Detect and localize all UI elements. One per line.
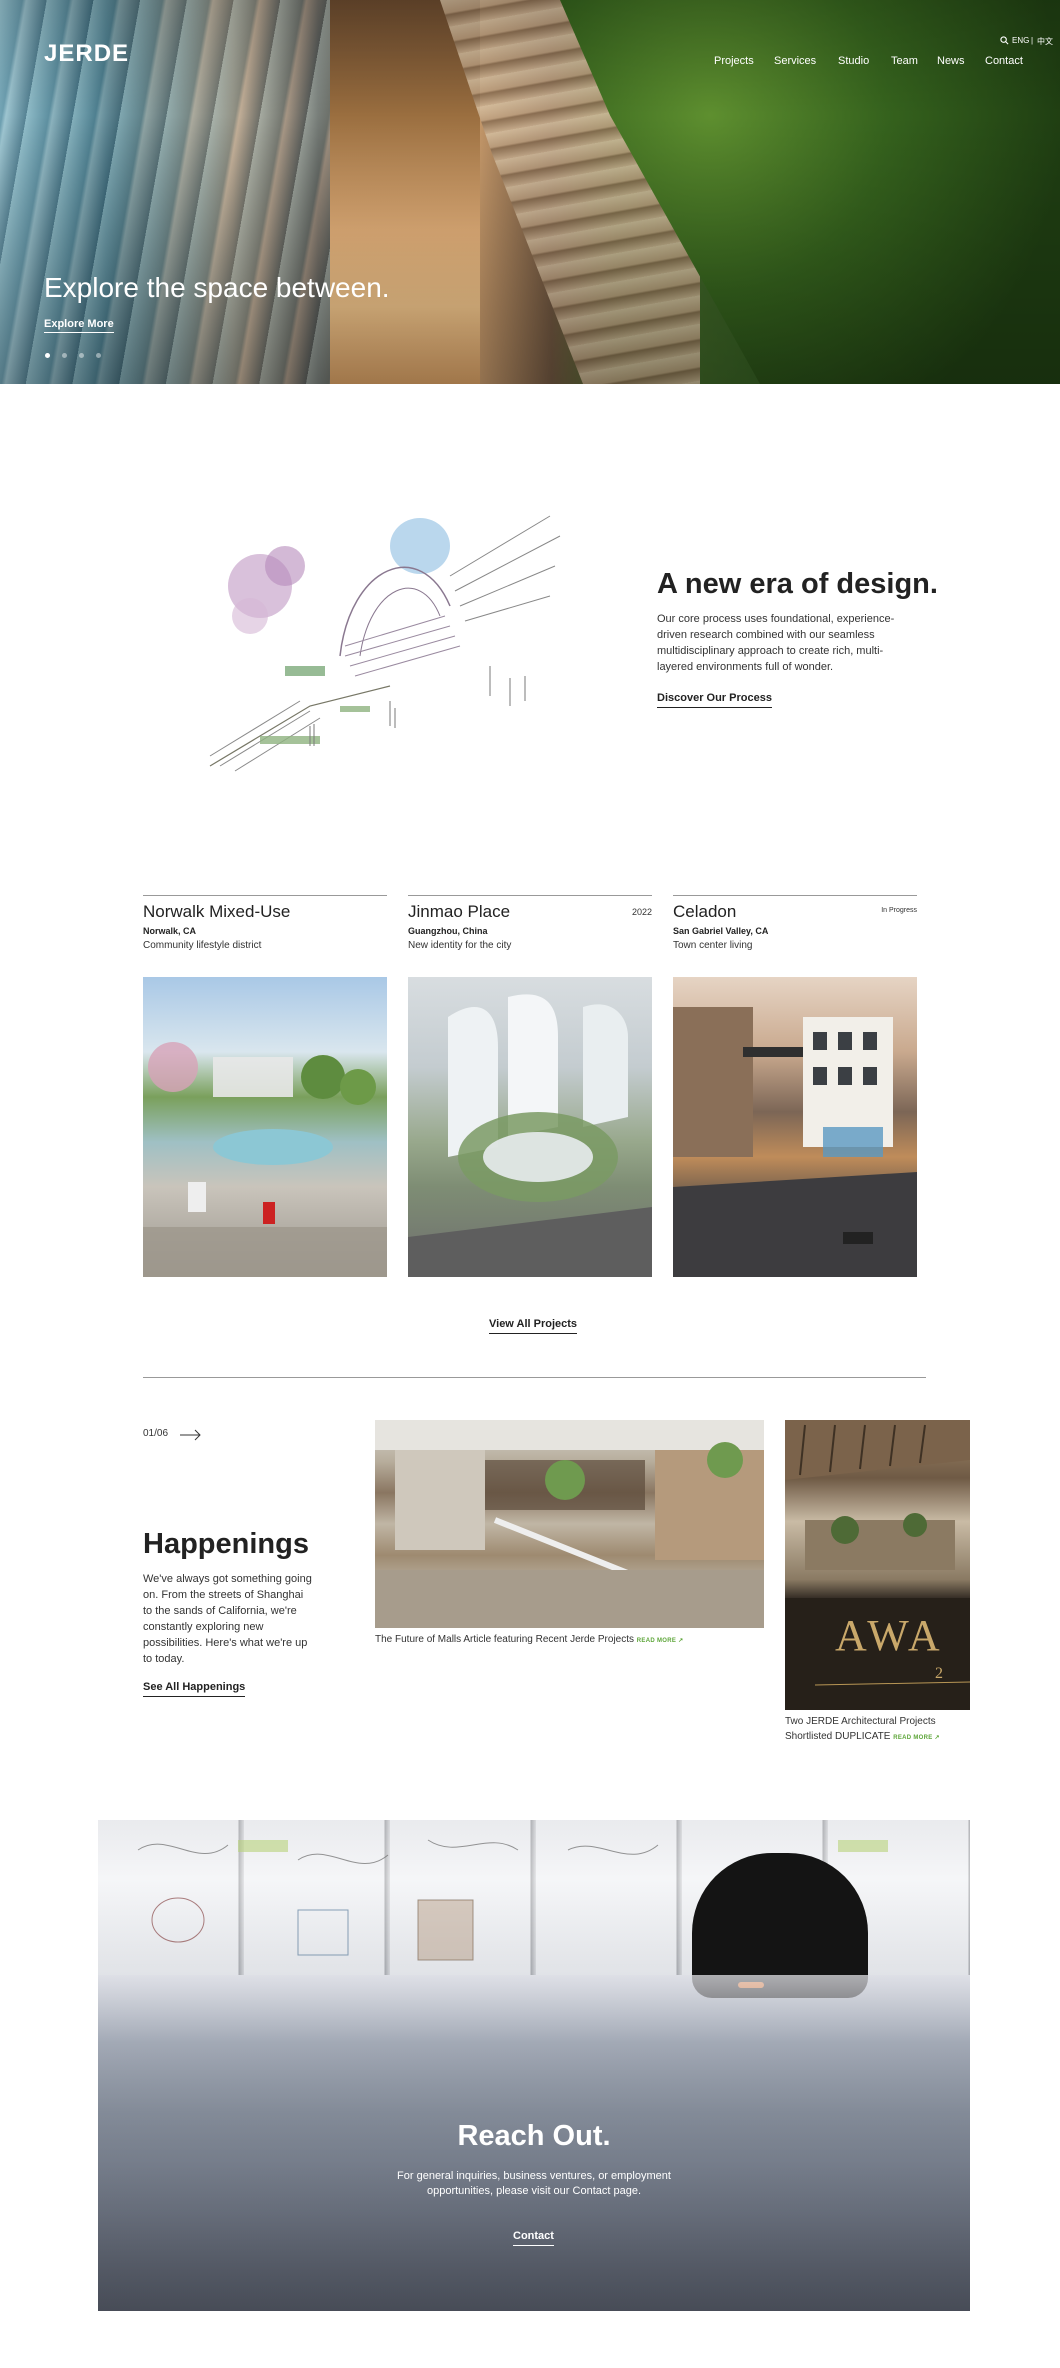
nav-contact[interactable]: Contact: [985, 55, 1023, 67]
project-rule: [143, 895, 387, 896]
discover-process-link[interactable]: Discover Our Process: [657, 692, 772, 708]
contact-banner: Reach Out. For general inquiries, busine…: [98, 1820, 970, 2311]
project-rule: [673, 895, 917, 896]
nav-projects[interactable]: Projects: [714, 55, 754, 67]
read-more-link[interactable]: READ MORE ↗: [637, 1638, 684, 1644]
explore-more-link[interactable]: Explore More: [44, 318, 114, 333]
project-year: 2022: [631, 907, 652, 917]
project-description: Community lifestyle district: [143, 940, 262, 951]
happenings-counter: 01/06: [143, 1428, 169, 1439]
project-name[interactable]: Celadon: [673, 902, 736, 922]
lang-divider: |: [1031, 36, 1034, 45]
project-name[interactable]: Jinmao Place: [408, 902, 510, 922]
design-sketch-illustration: [190, 496, 570, 786]
slide-dot-4[interactable]: [96, 353, 101, 358]
project-image-celadon[interactable]: [673, 977, 917, 1277]
slide-dot-2[interactable]: [62, 353, 67, 358]
slide-dot-1[interactable]: [45, 353, 50, 358]
happenings-title: Happenings: [143, 1528, 309, 1560]
project-card-jinmao[interactable]: Jinmao Place 2022 Guangzhou, China New i…: [408, 895, 652, 1277]
project-location: San Gabriel Valley, CA: [673, 926, 769, 936]
section-divider: [143, 1377, 926, 1378]
project-image-norwalk[interactable]: [143, 977, 387, 1277]
project-card-celadon[interactable]: Celadon In Progress San Gabriel Valley, …: [673, 895, 917, 1277]
next-arrow-icon[interactable]: [180, 1428, 202, 1441]
award-graphic-year: 2: [935, 1665, 943, 1682]
see-all-happenings-link[interactable]: See All Happenings: [143, 1681, 246, 1697]
happening-image-award[interactable]: AWA 2: [785, 1420, 970, 1710]
project-description: New identity for the city: [408, 940, 512, 951]
slide-dot-3[interactable]: [79, 353, 84, 358]
award-graphic-text: AWA: [835, 1611, 944, 1660]
caption-text[interactable]: The Future of Malls Article featuring Re…: [375, 1634, 634, 1645]
project-rule: [408, 895, 652, 896]
contact-link[interactable]: Contact: [513, 2230, 554, 2246]
contact-body: For general inquiries, business ventures…: [397, 2170, 671, 2197]
project-image-jinmao[interactable]: [408, 977, 652, 1277]
project-location: Norwalk, CA: [143, 926, 197, 936]
project-card-norwalk[interactable]: Norwalk Mixed-Use Norwalk, CA Community …: [143, 895, 387, 1277]
intro-body: Our core process uses foundational, expe…: [657, 613, 895, 673]
contact-title: Reach Out.: [457, 2120, 611, 2152]
project-name[interactable]: Norwalk Mixed-Use: [143, 902, 290, 922]
read-more-link[interactable]: READ MORE ↗: [893, 1735, 940, 1741]
hero-title: Explore the space between.: [44, 272, 390, 303]
lang-chinese[interactable]: 中文: [1037, 36, 1053, 47]
project-status: In Progress: [881, 907, 917, 914]
lang-eng[interactable]: ENG: [1012, 36, 1029, 45]
project-location: Guangzhou, China: [408, 926, 488, 936]
intro-title: A new era of design.: [657, 568, 938, 600]
happening-image-malls[interactable]: [375, 1420, 764, 1628]
site-logo[interactable]: JERDE: [44, 40, 129, 68]
nav-news[interactable]: News: [937, 55, 965, 67]
nav-studio[interactable]: Studio: [838, 55, 869, 67]
happening-caption-1[interactable]: The Future of Malls Article featuring Re…: [375, 1634, 683, 1645]
nav-services[interactable]: Services: [774, 55, 816, 67]
view-all-projects-link[interactable]: View All Projects: [489, 1318, 578, 1334]
project-description: Town center living: [673, 940, 753, 951]
happenings-body: We've always got something going on. Fro…: [143, 1573, 312, 1665]
happening-caption-2[interactable]: Two JERDE Architectural Projects Shortli…: [785, 1714, 970, 1746]
search-icon[interactable]: [1000, 36, 1009, 47]
nav-team[interactable]: Team: [891, 55, 918, 67]
